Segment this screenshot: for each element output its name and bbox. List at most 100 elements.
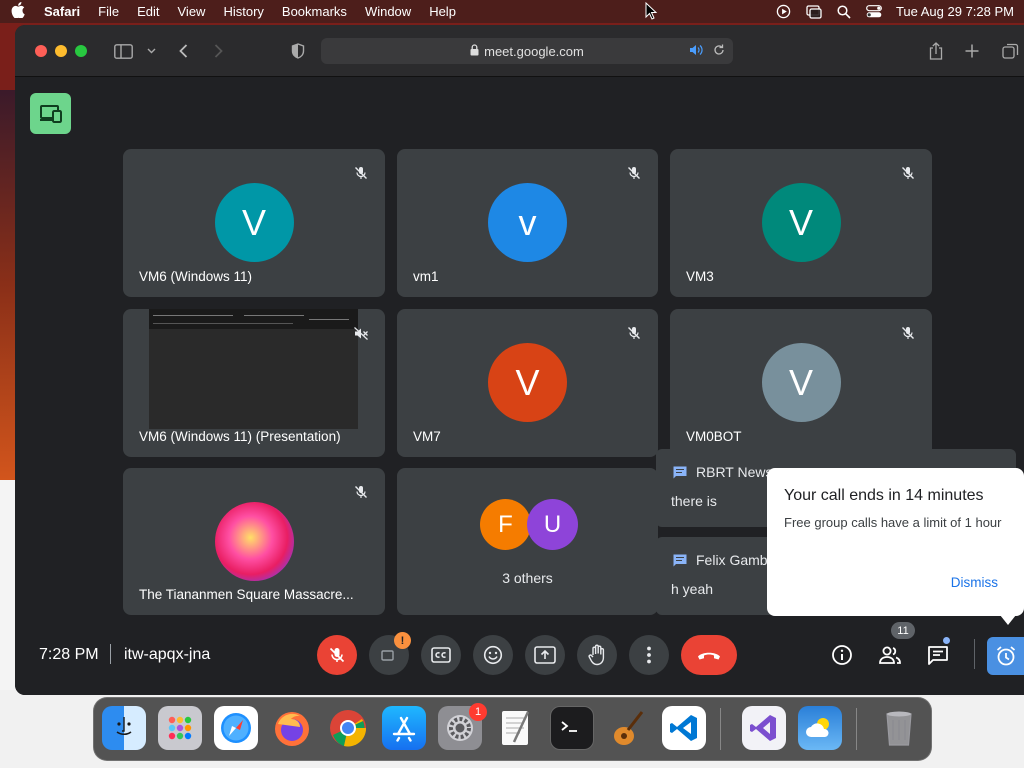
leave-call-button[interactable] (681, 635, 737, 675)
reactions-button[interactable] (473, 635, 513, 675)
finder-icon (116, 717, 132, 736)
present-screen-button[interactable] (525, 635, 565, 675)
participant-tile[interactable]: V VM7 (397, 309, 658, 457)
dock-visual-studio[interactable] (742, 706, 786, 750)
present-icon (534, 646, 556, 664)
safari-window: meet.google.com V VM6 (Windows 11) v vm1… (15, 25, 1024, 695)
dismiss-button[interactable]: Dismiss (951, 575, 998, 590)
participant-tile[interactable]: v vm1 (397, 149, 658, 297)
apple-menu-icon[interactable] (10, 1, 26, 22)
window-controls (35, 44, 87, 57)
launchpad-icon (168, 716, 192, 740)
dock-garageband[interactable] (606, 706, 650, 750)
menu-help[interactable]: Help (429, 4, 456, 19)
vscode-icon (670, 715, 697, 741)
menu-bookmarks[interactable]: Bookmarks (282, 4, 347, 19)
chat-bubble-icon (928, 646, 948, 665)
divider (974, 639, 975, 669)
presentation-tile[interactable]: VM6 (Windows 11) (Presentation) (123, 309, 385, 457)
chat-sender: RBRT News (696, 464, 773, 480)
audio-playing-icon[interactable] (689, 44, 703, 59)
menu-history[interactable]: History (223, 4, 263, 19)
chat-button[interactable] (926, 643, 950, 667)
dock-vscode[interactable] (662, 706, 706, 750)
dock-terminal[interactable] (550, 706, 594, 750)
mic-toggle-button[interactable] (317, 635, 357, 675)
people-button[interactable] (878, 643, 902, 667)
chrome-icon (330, 710, 367, 747)
meeting-details-button[interactable] (830, 643, 854, 667)
menu-view[interactable]: View (178, 4, 206, 19)
address-bar[interactable]: meet.google.com (321, 38, 733, 64)
participant-tile[interactable]: The Tiananmen Square Massacre... (123, 468, 385, 615)
dock-trash[interactable] (877, 706, 921, 750)
menu-edit[interactable]: Edit (137, 4, 159, 19)
menu-app-name[interactable]: Safari (44, 4, 80, 19)
more-options-button[interactable] (629, 635, 669, 675)
closed-captions-icon (431, 647, 451, 663)
dock-weather[interactable] (798, 706, 842, 750)
info-icon (832, 645, 852, 665)
control-center-icon[interactable] (866, 5, 882, 19)
menu-file[interactable]: File (98, 4, 119, 19)
divider (110, 644, 111, 664)
shared-screen-preview (149, 309, 358, 429)
participant-tile[interactable]: V VM3 (670, 149, 932, 297)
spotlight-search-icon[interactable] (836, 4, 852, 19)
dock-launchpad[interactable] (158, 706, 202, 750)
captions-button[interactable] (421, 635, 461, 675)
screen-mirroring-icon[interactable] (806, 4, 822, 19)
menu-bar: Safari File Edit View History Bookmarks … (0, 0, 1024, 23)
dock-chrome[interactable] (326, 706, 370, 750)
chat-icon (673, 466, 687, 478)
people-icon (879, 646, 901, 664)
chevron-down-icon[interactable] (141, 41, 161, 61)
screen-record-icon[interactable] (776, 4, 792, 19)
new-tab-icon[interactable] (962, 41, 982, 61)
zoom-window-button[interactable] (75, 44, 87, 57)
dock-textedit[interactable] (494, 706, 538, 750)
back-button[interactable] (173, 41, 193, 61)
tab-overview-icon[interactable] (1000, 41, 1020, 61)
call-limit-notice: Your call ends in 14 minutes Free group … (767, 468, 1024, 625)
privacy-shield-icon[interactable] (288, 41, 308, 61)
dock-firefox[interactable] (270, 706, 314, 750)
avatar: V (214, 183, 294, 262)
textedit-icon (502, 711, 530, 745)
meeting-time: 7:28 PM (39, 646, 99, 663)
raise-hand-button[interactable] (577, 635, 617, 675)
avatar: V (761, 183, 841, 262)
close-window-button[interactable] (35, 44, 47, 57)
camera-outline-icon (381, 650, 394, 661)
menu-window[interactable]: Window (365, 4, 411, 19)
more-vertical-icon (647, 646, 651, 664)
forward-button[interactable] (208, 41, 228, 61)
share-icon[interactable] (926, 41, 946, 61)
dock-finder[interactable] (102, 706, 146, 750)
participant-tile[interactable]: V VM6 (Windows 11) (123, 149, 385, 297)
firefox-icon (275, 712, 309, 746)
avatar: U (527, 499, 578, 550)
device-switch-button[interactable] (30, 93, 71, 134)
others-tile[interactable]: F U 3 others (397, 468, 658, 615)
trash-icon (886, 711, 912, 746)
raise-hand-icon (588, 644, 605, 666)
mic-off-icon (898, 163, 918, 183)
background-window (0, 480, 16, 690)
participant-name: VM6 (Windows 11) (Presentation) (139, 429, 341, 444)
mouse-cursor-icon (645, 2, 658, 20)
sidebar-toggle-icon[interactable] (113, 41, 133, 61)
dock-app-store[interactable] (382, 706, 426, 750)
menubar-datetime[interactable]: Tue Aug 29 7:28 PM (896, 4, 1014, 19)
minimize-window-button[interactable] (55, 44, 67, 57)
participant-tile[interactable]: V VM0BOT (670, 309, 932, 457)
reload-icon[interactable] (713, 44, 725, 59)
alarm-clock-icon (996, 646, 1015, 666)
mic-off-icon (624, 163, 644, 183)
dock-safari[interactable] (214, 706, 258, 750)
lock-icon (470, 43, 479, 59)
mic-off-icon (898, 323, 918, 343)
notice-title: Your call ends in 14 minutes (784, 487, 984, 504)
dock-divider (856, 708, 857, 750)
activities-button[interactable] (987, 637, 1024, 675)
